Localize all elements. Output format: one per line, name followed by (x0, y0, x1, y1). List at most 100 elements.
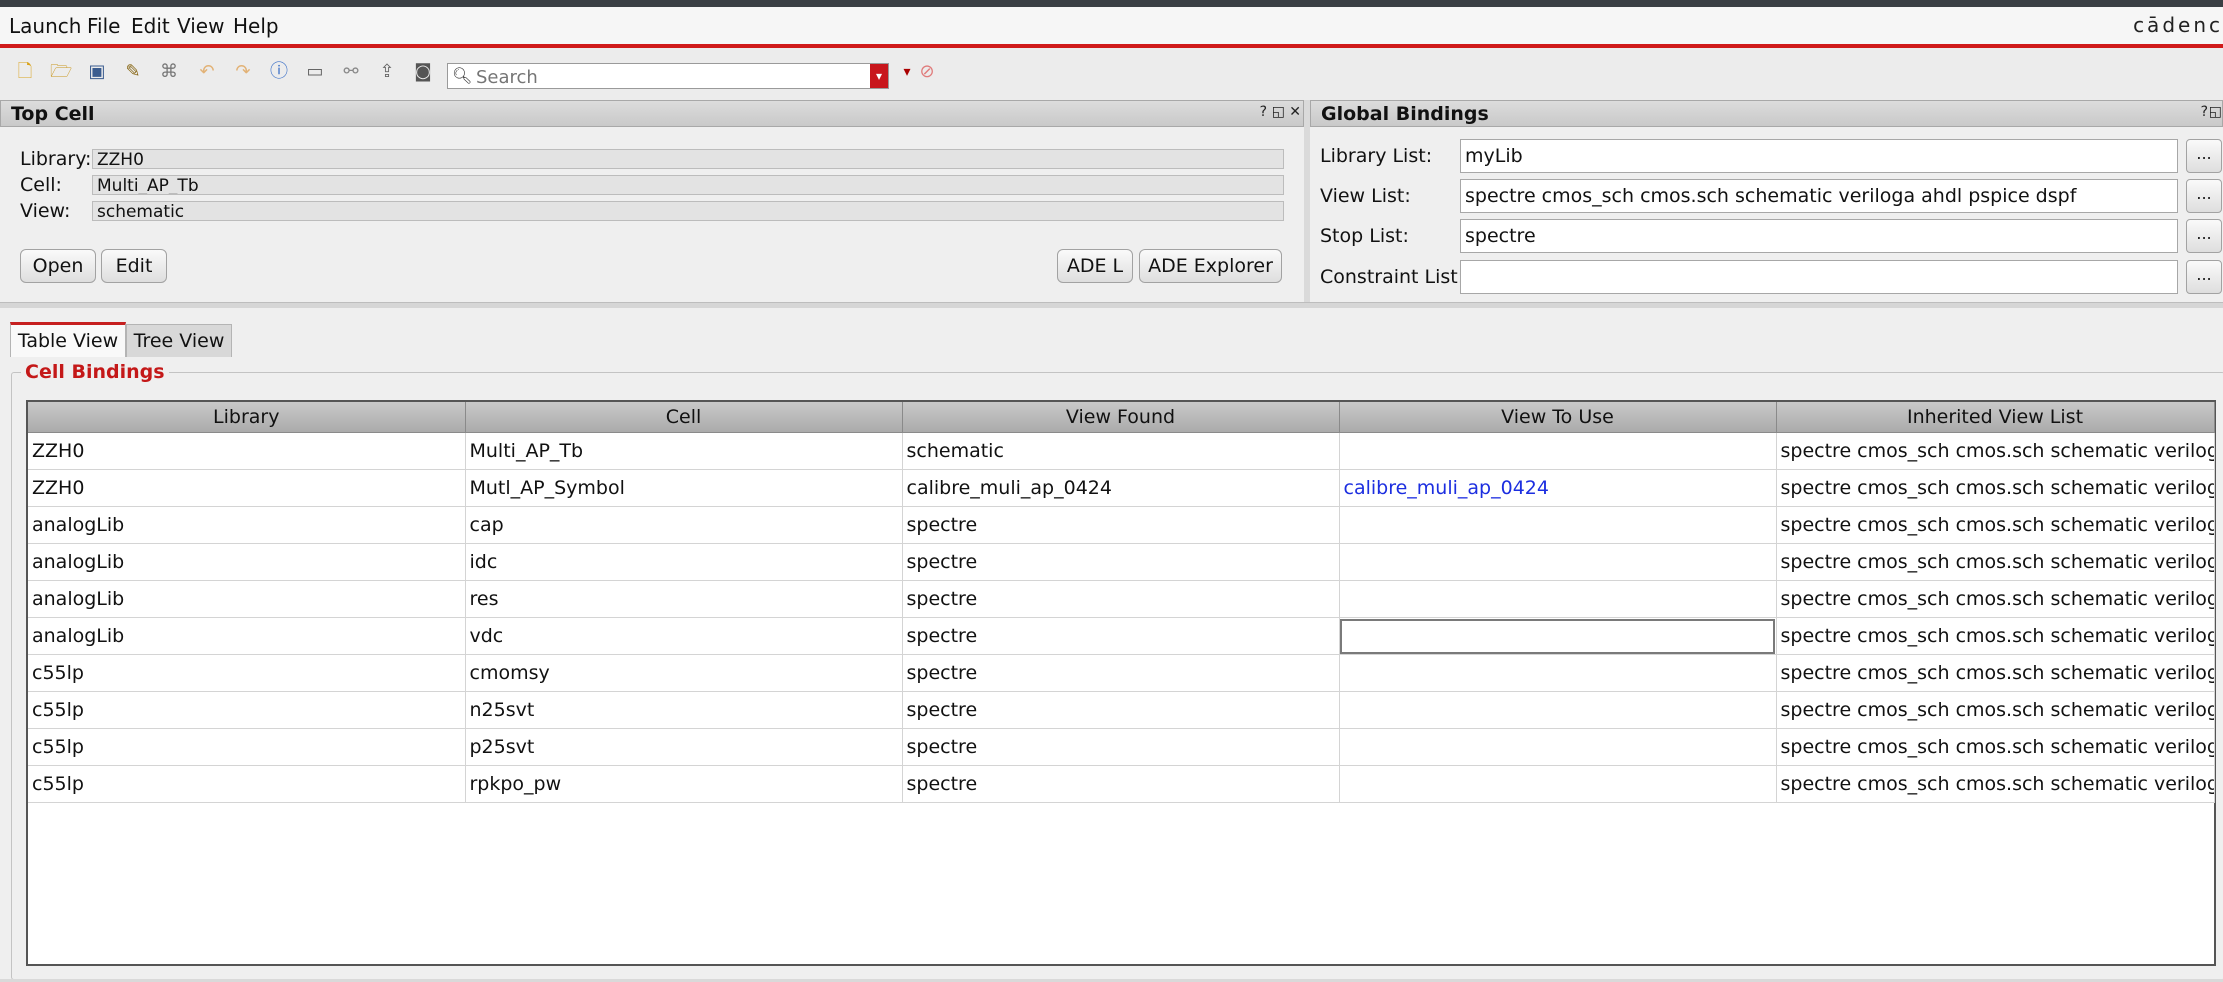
cell-library[interactable]: analogLib (28, 617, 466, 655)
cell-view-to-use[interactable] (1339, 765, 1777, 803)
cell-view-to-use[interactable] (1339, 506, 1777, 544)
cell-library[interactable]: analogLib (28, 543, 466, 581)
menu-help[interactable]: Help (233, 14, 279, 38)
table-row[interactable]: analogLib res spectre spectre cmos_sch cmos… (28, 580, 2215, 618)
ade-l-button[interactable]: ADE L (1057, 249, 1133, 283)
cell-cell[interactable]: Multi_AP_Tb (465, 432, 903, 470)
cell-cell[interactable]: rpkpo_pw (465, 765, 903, 803)
stop-list-input[interactable]: spectre (1460, 219, 2178, 253)
cell-view-to-use[interactable] (1339, 543, 1777, 581)
edit-button[interactable]: Edit (101, 249, 167, 283)
redo-icon[interactable]: ↷ (232, 61, 254, 83)
cell-inherited-view-list[interactable]: spectre cmos_sch cmos.sch schematic veri… (1776, 506, 2215, 544)
network-icon[interactable]: ⚯ (340, 61, 362, 83)
stop-list-browse-button[interactable]: ... (2186, 219, 2222, 253)
cell-inherited-view-list[interactable]: spectre cmos_sch cmos.sch schematic veri… (1776, 580, 2215, 618)
cell-inherited-view-list[interactable]: spectre cmos_sch cmos.sch schematic veri… (1776, 765, 2215, 803)
table-row[interactable]: c55lp n25svt spectre spectre cmos_sch cmos.… (28, 691, 2215, 729)
constraint-list-input[interactable] (1460, 260, 2178, 294)
cell-library[interactable]: c55lp (28, 765, 466, 803)
cell-cell[interactable]: cap (465, 506, 903, 544)
cell-view-to-use[interactable]: calibre_muli_ap_0424 (1339, 469, 1777, 507)
cell-view-to-use[interactable] (1339, 617, 1777, 655)
hierarchy-icon[interactable]: ⌘ (158, 61, 180, 83)
export-icon[interactable]: ⇪ (376, 61, 398, 83)
help-icon[interactable]: ? (1260, 104, 1267, 120)
cell-inherited-view-list[interactable]: spectre cmos_sch cmos.sch schematic veri… (1776, 654, 2215, 692)
cell-view-found[interactable]: spectre (902, 543, 1340, 581)
view-list-input[interactable]: spectre cmos_sch cmos.sch schematic veri… (1460, 179, 2178, 213)
save-icon[interactable]: ▣ (86, 61, 108, 83)
undo-icon[interactable]: ↶ (196, 61, 218, 83)
table-row[interactable]: analogLib vdc spectre spectre cmos_sch cmos… (28, 617, 2215, 655)
cell-view-found[interactable]: schematic (902, 432, 1340, 470)
help-icon[interactable]: ? (2201, 104, 2208, 120)
menu-edit[interactable]: Edit (131, 14, 170, 38)
cell-library[interactable]: ZZH0 (28, 432, 466, 470)
cell-view-found[interactable]: spectre (902, 765, 1340, 803)
table-row[interactable]: ZZH0 Multi_AP_Tb schematic spectre cmos_sch… (28, 432, 2215, 470)
cell-cell[interactable]: cmomsy (465, 654, 903, 692)
window-icon[interactable]: ▭ (304, 61, 326, 83)
open-button[interactable]: Open (20, 249, 96, 283)
search-box[interactable]: 🔍︎ ▾ (447, 63, 889, 89)
column-header-view-found[interactable]: View Found (902, 402, 1340, 433)
menu-file[interactable]: File (87, 14, 120, 38)
cell-view-found[interactable]: spectre (902, 617, 1340, 655)
edit-icon[interactable]: ✎ (122, 61, 144, 83)
cell-cell[interactable]: res (465, 580, 903, 618)
cell-inherited-view-list[interactable]: spectre cmos_sch cmos.sch schematic veri… (1776, 728, 2215, 766)
cell-library[interactable]: analogLib (28, 580, 466, 618)
library-list-input[interactable]: myLib (1460, 139, 2178, 173)
cell-view-to-use[interactable] (1339, 580, 1777, 618)
camera-icon[interactable]: ◙ (412, 61, 434, 83)
cell-view-to-use[interactable] (1339, 432, 1777, 470)
cell-cell[interactable]: p25svt (465, 728, 903, 766)
cell-cell[interactable]: idc (465, 543, 903, 581)
view-list-browse-button[interactable]: ... (2186, 179, 2222, 213)
cell-view-to-use[interactable] (1339, 691, 1777, 729)
close-icon[interactable]: ✕ (1289, 104, 1301, 120)
cell-library[interactable]: ZZH0 (28, 469, 466, 507)
table-row[interactable]: ZZH0 Mutl_AP_Symbol calibre_muli_ap_0424 ca… (28, 469, 2215, 507)
cell-view-to-use[interactable] (1339, 728, 1777, 766)
cell-view-to-use[interactable] (1339, 654, 1777, 692)
cell-library[interactable]: c55lp (28, 728, 466, 766)
float-icon[interactable]: ◱ (1272, 104, 1285, 120)
stop-icon[interactable]: ⊘ (916, 61, 938, 83)
cell-cell[interactable]: Mutl_AP_Symbol (465, 469, 903, 507)
menu-launch[interactable]: Launch (9, 14, 81, 38)
cell-inherited-view-list[interactable]: spectre cmos_sch cmos.sch schematic veri… (1776, 617, 2215, 655)
cell-view-found[interactable]: spectre (902, 654, 1340, 692)
table-row[interactable]: analogLib idc spectre spectre cmos_sch cmos… (28, 543, 2215, 581)
cell-view-found[interactable]: calibre_muli_ap_0424 (902, 469, 1340, 507)
cell-view-found[interactable]: spectre (902, 580, 1340, 618)
cell-view-found[interactable]: spectre (902, 506, 1340, 544)
info-icon[interactable]: ⓘ (268, 61, 290, 83)
menu-view[interactable]: View (177, 14, 224, 38)
search-input[interactable] (474, 65, 858, 89)
constraint-list-browse-button[interactable]: ... (2186, 260, 2222, 294)
ade-explorer-button[interactable]: ADE Explorer (1139, 249, 1282, 283)
cell-view-found[interactable]: spectre (902, 691, 1340, 729)
cell-cell[interactable]: vdc (465, 617, 903, 655)
table-row[interactable]: c55lp rpkpo_pw spectre spectre cmos_sch cmo… (28, 765, 2215, 803)
cell-view-found[interactable]: spectre (902, 728, 1340, 766)
horizontal-splitter[interactable] (0, 302, 2223, 308)
column-header-view-to-use[interactable]: View To Use (1339, 402, 1777, 433)
new-file-icon[interactable]: 🗋 (14, 61, 36, 83)
cell-cell[interactable]: n25svt (465, 691, 903, 729)
column-header-cell[interactable]: Cell (465, 402, 903, 433)
table-row[interactable]: analogLib cap spectre spectre cmos_sch cmos… (28, 506, 2215, 544)
tab-table-view[interactable]: Table View (10, 322, 126, 357)
column-header-inherited-view-list[interactable]: Inherited View List (1776, 402, 2215, 433)
open-folder-icon[interactable]: 🗁 (50, 61, 72, 83)
cell-inherited-view-list[interactable]: spectre cmos_sch cmos.sch schematic veri… (1776, 691, 2215, 729)
float-icon[interactable]: ◱ (2209, 104, 2222, 120)
tab-tree-view[interactable]: Tree View (126, 324, 232, 357)
cell-inherited-view-list[interactable]: spectre cmos_sch cmos.sch schematic veri… (1776, 543, 2215, 581)
cell-library[interactable]: c55lp (28, 654, 466, 692)
cell-inherited-view-list[interactable]: spectre cmos_sch cmos.sch schematic veri… (1776, 469, 2215, 507)
table-row[interactable]: c55lp cmomsy spectre spectre cmos_sch cmos.… (28, 654, 2215, 692)
column-header-library[interactable]: Library (28, 402, 466, 433)
